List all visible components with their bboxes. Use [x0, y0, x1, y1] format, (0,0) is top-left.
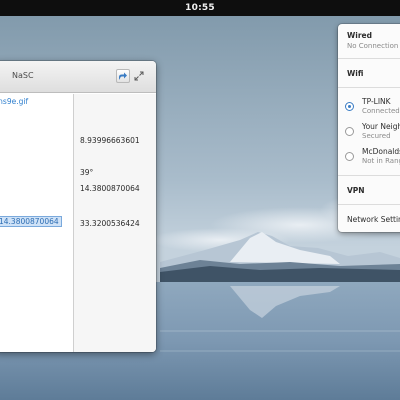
- result-line-3: 14.3800870064: [80, 184, 140, 193]
- radio-icon[interactable]: [345, 152, 354, 161]
- maximize-button[interactable]: [134, 71, 144, 81]
- input-line-1[interactable]: ilns9e.gif: [0, 97, 28, 106]
- result-line-4: 33.3200536424: [80, 219, 140, 228]
- wifi-label[interactable]: Wifi: [347, 69, 363, 78]
- window-title: NaSC: [12, 71, 34, 80]
- window-titlebar[interactable]: NaSC: [0, 61, 156, 93]
- vpn-label[interactable]: VPN: [347, 186, 365, 195]
- network-menu: Wired No Connection Wifi TP-LINK Connect…: [338, 24, 400, 232]
- radio-icon[interactable]: [345, 127, 354, 136]
- menu-separator: [338, 175, 400, 176]
- menu-separator: [338, 87, 400, 88]
- wifi-network-neighbor[interactable]: Your Neighbor Secured: [345, 121, 400, 143]
- network-settings-item[interactable]: Network Settings: [347, 215, 400, 224]
- maximize-icon: [134, 71, 144, 81]
- wifi-network-mcdonalds[interactable]: McDonalds Not in Range: [345, 146, 400, 168]
- panel-clock[interactable]: 10:55: [185, 3, 215, 13]
- wifi-network-tp-link[interactable]: TP-LINK Connected: [345, 96, 400, 118]
- radio-selected-icon[interactable]: [345, 102, 354, 111]
- wired-label[interactable]: Wired: [347, 31, 372, 40]
- top-panel: 10:55: [0, 0, 400, 16]
- network-ssid: Your Neighbor: [362, 122, 400, 131]
- share-icon: [119, 72, 127, 80]
- network-status: Not in Range: [362, 157, 400, 165]
- input-pane[interactable]: ilns9e.gif 14.3800870064: [0, 94, 73, 352]
- result-line-2: 39°: [80, 168, 94, 177]
- network-ssid: TP-LINK: [362, 97, 391, 106]
- menu-separator: [338, 204, 400, 205]
- network-ssid: McDonalds: [362, 147, 400, 156]
- nasc-window: NaSC ilns9e.gif 14.3800870064 8.93996663…: [0, 61, 156, 352]
- input-line-selected[interactable]: 14.3800870064: [0, 216, 62, 227]
- network-status: Secured: [362, 132, 391, 140]
- share-button[interactable]: [116, 69, 130, 83]
- menu-separator: [338, 58, 400, 59]
- result-line-1: 8.93996663601: [80, 136, 140, 145]
- network-status: Connected: [362, 107, 400, 115]
- wired-status: No Connection: [347, 42, 399, 50]
